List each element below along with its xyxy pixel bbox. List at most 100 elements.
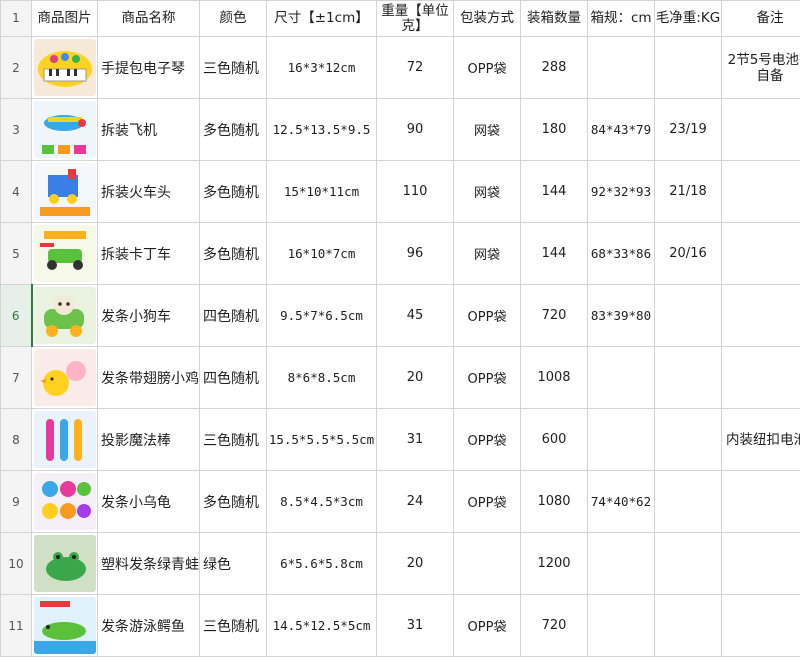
carton-size-cell[interactable]: 84*43*79 [588,99,655,161]
gross-net-cell[interactable] [655,409,722,471]
row-number[interactable]: 10 [1,533,32,595]
gross-net-cell[interactable] [655,285,722,347]
size-cell[interactable]: 8.5*4.5*3cm [267,471,377,533]
product-image-cell[interactable] [32,99,98,161]
qty-cell[interactable]: 720 [521,595,588,657]
product-name-cell[interactable]: 手提包电子琴 [98,37,200,99]
header-size[interactable]: 尺寸【±1cm】 [267,1,377,37]
row-number[interactable]: 9 [1,471,32,533]
packaging-cell[interactable]: OPP袋 [454,471,521,533]
row-number[interactable]: 4 [1,161,32,223]
product-name-cell[interactable]: 拆装火车头 [98,161,200,223]
color-cell[interactable]: 三色随机 [200,37,267,99]
packaging-cell[interactable]: OPP袋 [454,37,521,99]
color-cell[interactable]: 多色随机 [200,99,267,161]
qty-cell[interactable]: 600 [521,409,588,471]
gross-net-cell[interactable]: 23/19 [655,99,722,161]
row-number[interactable]: 11 [1,595,32,657]
note-cell[interactable] [722,223,800,285]
qty-cell[interactable]: 144 [521,161,588,223]
note-cell[interactable] [722,285,800,347]
weight-cell[interactable]: 90 [377,99,454,161]
weight-cell[interactable]: 110 [377,161,454,223]
carton-size-cell[interactable]: 83*39*80 [588,285,655,347]
color-cell[interactable]: 三色随机 [200,409,267,471]
carton-size-cell[interactable] [588,37,655,99]
carton-size-cell[interactable] [588,347,655,409]
note-cell[interactable] [722,595,800,657]
gross-net-cell[interactable]: 20/16 [655,223,722,285]
note-cell[interactable] [722,533,800,595]
product-name-cell[interactable]: 投影魔法棒 [98,409,200,471]
packaging-cell[interactable] [454,533,521,595]
header-gross-net[interactable]: 毛净重:KG [655,1,722,37]
weight-cell[interactable]: 20 [377,347,454,409]
product-name-cell[interactable]: 塑料发条绿青蛙 [98,533,200,595]
row-number[interactable]: 8 [1,409,32,471]
weight-cell[interactable]: 45 [377,285,454,347]
size-cell[interactable]: 9.5*7*6.5cm [267,285,377,347]
color-cell[interactable]: 多色随机 [200,471,267,533]
gross-net-cell[interactable]: 21/18 [655,161,722,223]
product-image-cell[interactable] [32,471,98,533]
product-image-cell[interactable] [32,347,98,409]
row-number[interactable]: 7 [1,347,32,409]
size-cell[interactable]: 15.5*5.5*5.5cm [267,409,377,471]
qty-cell[interactable]: 720 [521,285,588,347]
carton-size-cell[interactable] [588,533,655,595]
product-image-cell[interactable] [32,161,98,223]
color-cell[interactable]: 四色随机 [200,285,267,347]
carton-size-cell[interactable]: 92*32*93 [588,161,655,223]
header-carton-size[interactable]: 箱规：cm [588,1,655,37]
product-name-cell[interactable]: 拆装卡丁车 [98,223,200,285]
gross-net-cell[interactable] [655,347,722,409]
gross-net-cell[interactable] [655,595,722,657]
note-cell[interactable] [722,471,800,533]
size-cell[interactable]: 8*6*8.5cm [267,347,377,409]
size-cell[interactable]: 16*3*12cm [267,37,377,99]
qty-cell[interactable]: 180 [521,99,588,161]
carton-size-cell[interactable] [588,409,655,471]
product-name-cell[interactable]: 发条小狗车 [98,285,200,347]
color-cell[interactable]: 多色随机 [200,161,267,223]
row-number[interactable]: 2 [1,37,32,99]
header-packaging[interactable]: 包装方式 [454,1,521,37]
product-image-cell[interactable] [32,223,98,285]
weight-cell[interactable]: 24 [377,471,454,533]
qty-cell[interactable]: 1200 [521,533,588,595]
product-image-cell[interactable] [32,37,98,99]
note-cell[interactable]: 2节5号电池需自备 [722,37,800,99]
row-number[interactable]: 6 [1,285,32,347]
product-image-cell[interactable] [32,595,98,657]
size-cell[interactable]: 16*10*7cm [267,223,377,285]
packaging-cell[interactable]: 网袋 [454,223,521,285]
header-qty[interactable]: 装箱数量 [521,1,588,37]
gross-net-cell[interactable] [655,37,722,99]
carton-size-cell[interactable]: 74*40*62 [588,471,655,533]
product-image-cell[interactable] [32,285,98,347]
note-cell[interactable]: 内装纽扣电池 [722,409,800,471]
gross-net-cell[interactable] [655,533,722,595]
product-name-cell[interactable]: 发条带翅膀小鸡 [98,347,200,409]
weight-cell[interactable]: 72 [377,37,454,99]
header-note[interactable]: 备注 [722,1,800,37]
row-number[interactable]: 5 [1,223,32,285]
color-cell[interactable]: 三色随机 [200,595,267,657]
packaging-cell[interactable]: 网袋 [454,161,521,223]
qty-cell[interactable]: 144 [521,223,588,285]
note-cell[interactable] [722,99,800,161]
header-weight[interactable]: 重量【单位克】 [377,1,454,37]
header-image[interactable]: 商品图片 [32,1,98,37]
carton-size-cell[interactable]: 68*33*86 [588,223,655,285]
qty-cell[interactable]: 288 [521,37,588,99]
product-image-cell[interactable] [32,409,98,471]
size-cell[interactable]: 15*10*11cm [267,161,377,223]
packaging-cell[interactable]: OPP袋 [454,347,521,409]
color-cell[interactable]: 四色随机 [200,347,267,409]
product-name-cell[interactable]: 发条小乌龟 [98,471,200,533]
packaging-cell[interactable]: 网袋 [454,99,521,161]
packaging-cell[interactable]: OPP袋 [454,285,521,347]
qty-cell[interactable]: 1080 [521,471,588,533]
qty-cell[interactable]: 1008 [521,347,588,409]
packaging-cell[interactable]: OPP袋 [454,409,521,471]
